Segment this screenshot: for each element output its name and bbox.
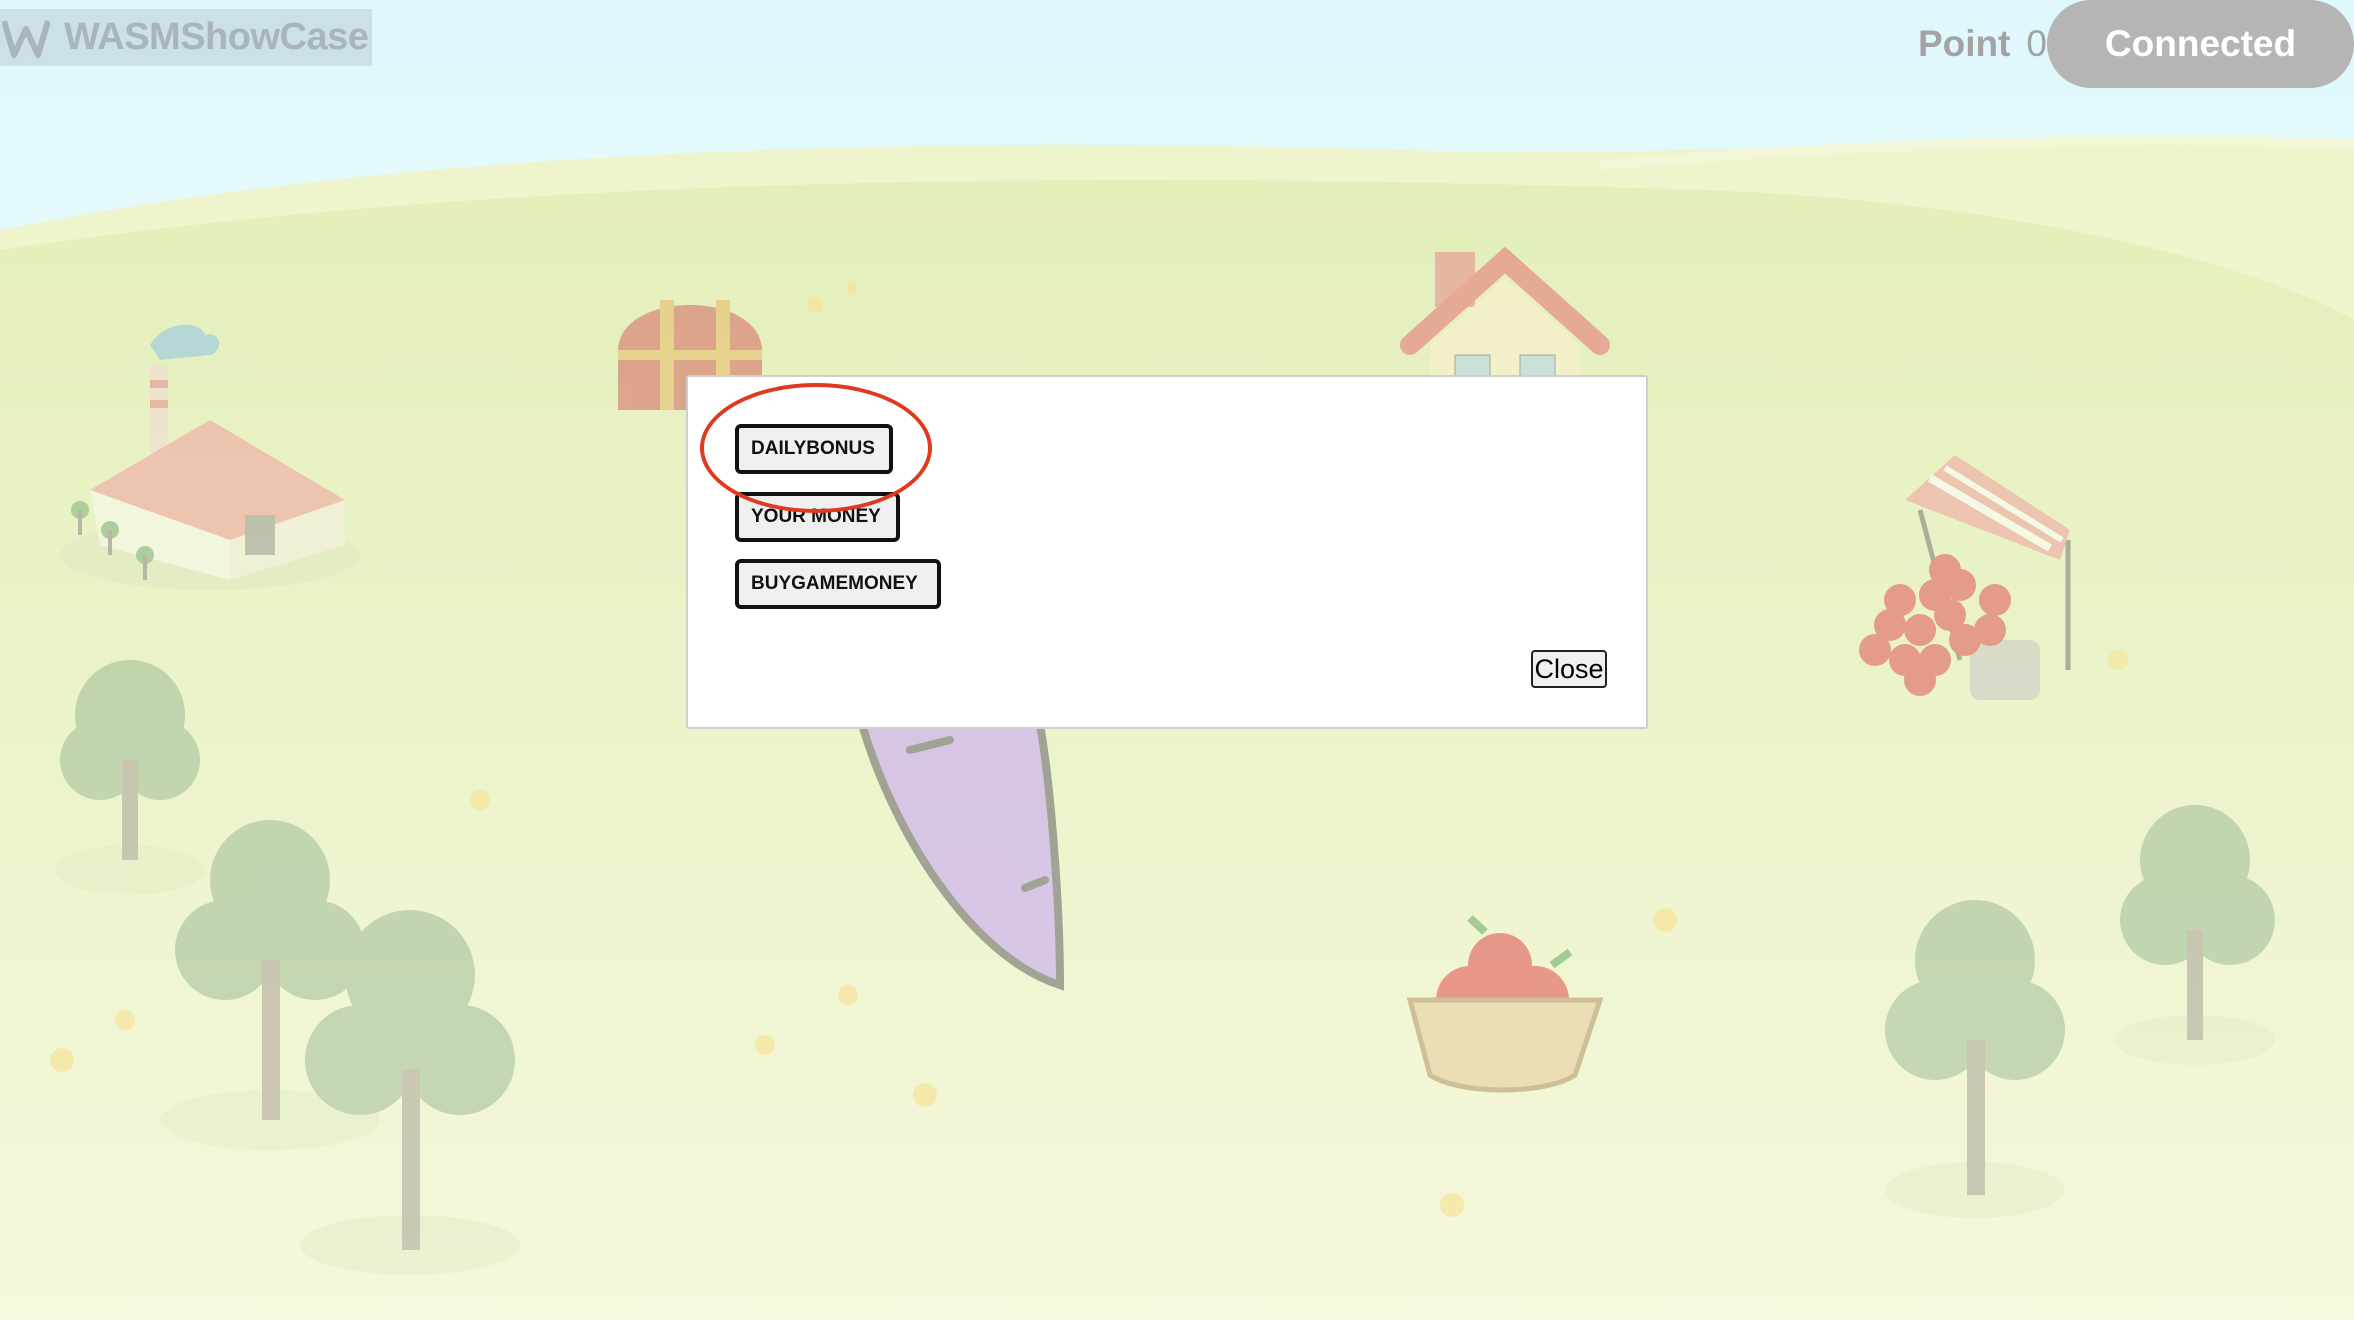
buy-game-money-button[interactable]: BUYGAMEMONEY [735,559,941,609]
points-display: Point 0 [1918,22,2047,66]
connected-button[interactable]: Connected [2047,0,2354,88]
bonus-dialog: DAILYBONUS YOUR MONEY BUYGAMEMONEY Close [686,375,1648,729]
points-label: Point [1917,23,2011,64]
close-button[interactable]: Close [1531,650,1607,688]
w-logo-icon [2,19,50,58]
your-money-button[interactable]: YOUR MONEY [735,492,900,542]
daily-bonus-button[interactable]: DAILYBONUS [735,424,893,474]
app-title: WASMShowCase [64,16,369,58]
app-logo: WASMShowCase [0,9,372,66]
points-value: 0 [2026,23,2047,64]
